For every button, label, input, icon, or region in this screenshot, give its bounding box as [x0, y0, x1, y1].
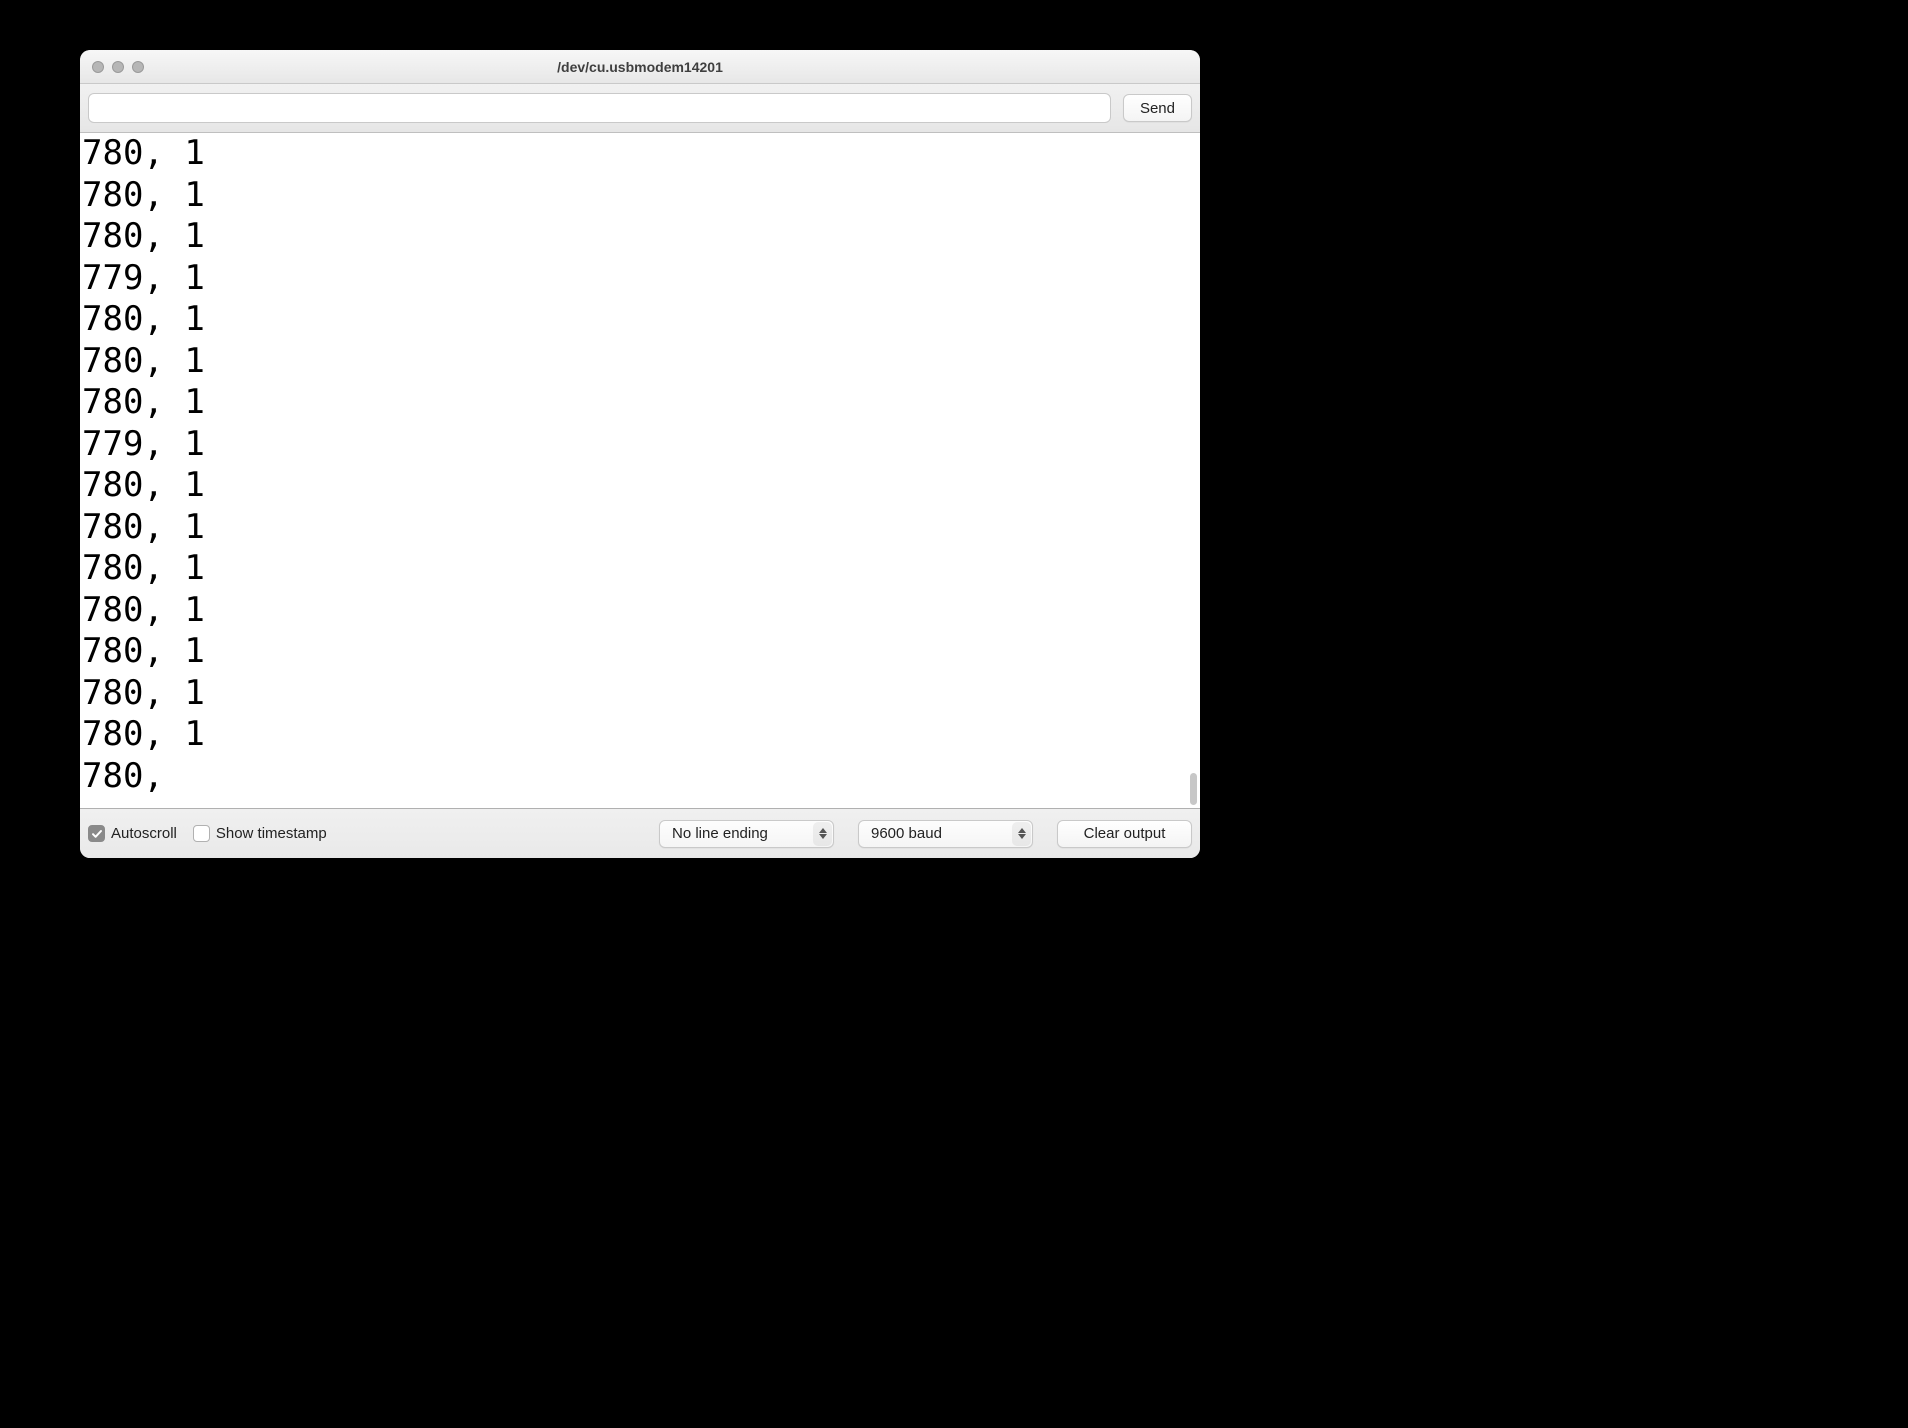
checkbox-unchecked-icon [193, 825, 210, 842]
serial-monitor-window: /dev/cu.usbmodem14201 Send 780, 1 780, 1… [80, 50, 1200, 858]
line-ending-select[interactable]: No line ending [659, 820, 834, 848]
minimize-window-icon[interactable] [112, 61, 124, 73]
close-window-icon[interactable] [92, 61, 104, 73]
window-title: /dev/cu.usbmodem14201 [80, 59, 1200, 75]
clear-output-button[interactable]: Clear output [1057, 820, 1192, 848]
timestamp-label: Show timestamp [216, 825, 327, 842]
line-ending-value: No line ending [672, 825, 768, 842]
send-bar: Send [80, 84, 1200, 133]
serial-output[interactable]: 780, 1 780, 1 780, 1 779, 1 780, 1 780, … [80, 133, 1200, 808]
autoscroll-checkbox[interactable]: Autoscroll [88, 825, 177, 842]
send-button[interactable]: Send [1123, 94, 1192, 122]
window-controls [92, 61, 144, 73]
select-stepper-icon [813, 822, 832, 846]
serial-input[interactable] [88, 93, 1111, 123]
bottom-bar: Autoscroll Show timestamp No line ending… [80, 808, 1200, 858]
autoscroll-label: Autoscroll [111, 825, 177, 842]
serial-output-text: 780, 1 780, 1 780, 1 779, 1 780, 1 780, … [80, 133, 1200, 797]
scrollbar-thumb[interactable] [1190, 773, 1197, 805]
titlebar: /dev/cu.usbmodem14201 [80, 50, 1200, 84]
maximize-window-icon[interactable] [132, 61, 144, 73]
timestamp-checkbox[interactable]: Show timestamp [193, 825, 327, 842]
checkbox-checked-icon [88, 825, 105, 842]
baud-rate-value: 9600 baud [871, 825, 942, 842]
baud-rate-select[interactable]: 9600 baud [858, 820, 1033, 848]
select-stepper-icon [1012, 822, 1031, 846]
